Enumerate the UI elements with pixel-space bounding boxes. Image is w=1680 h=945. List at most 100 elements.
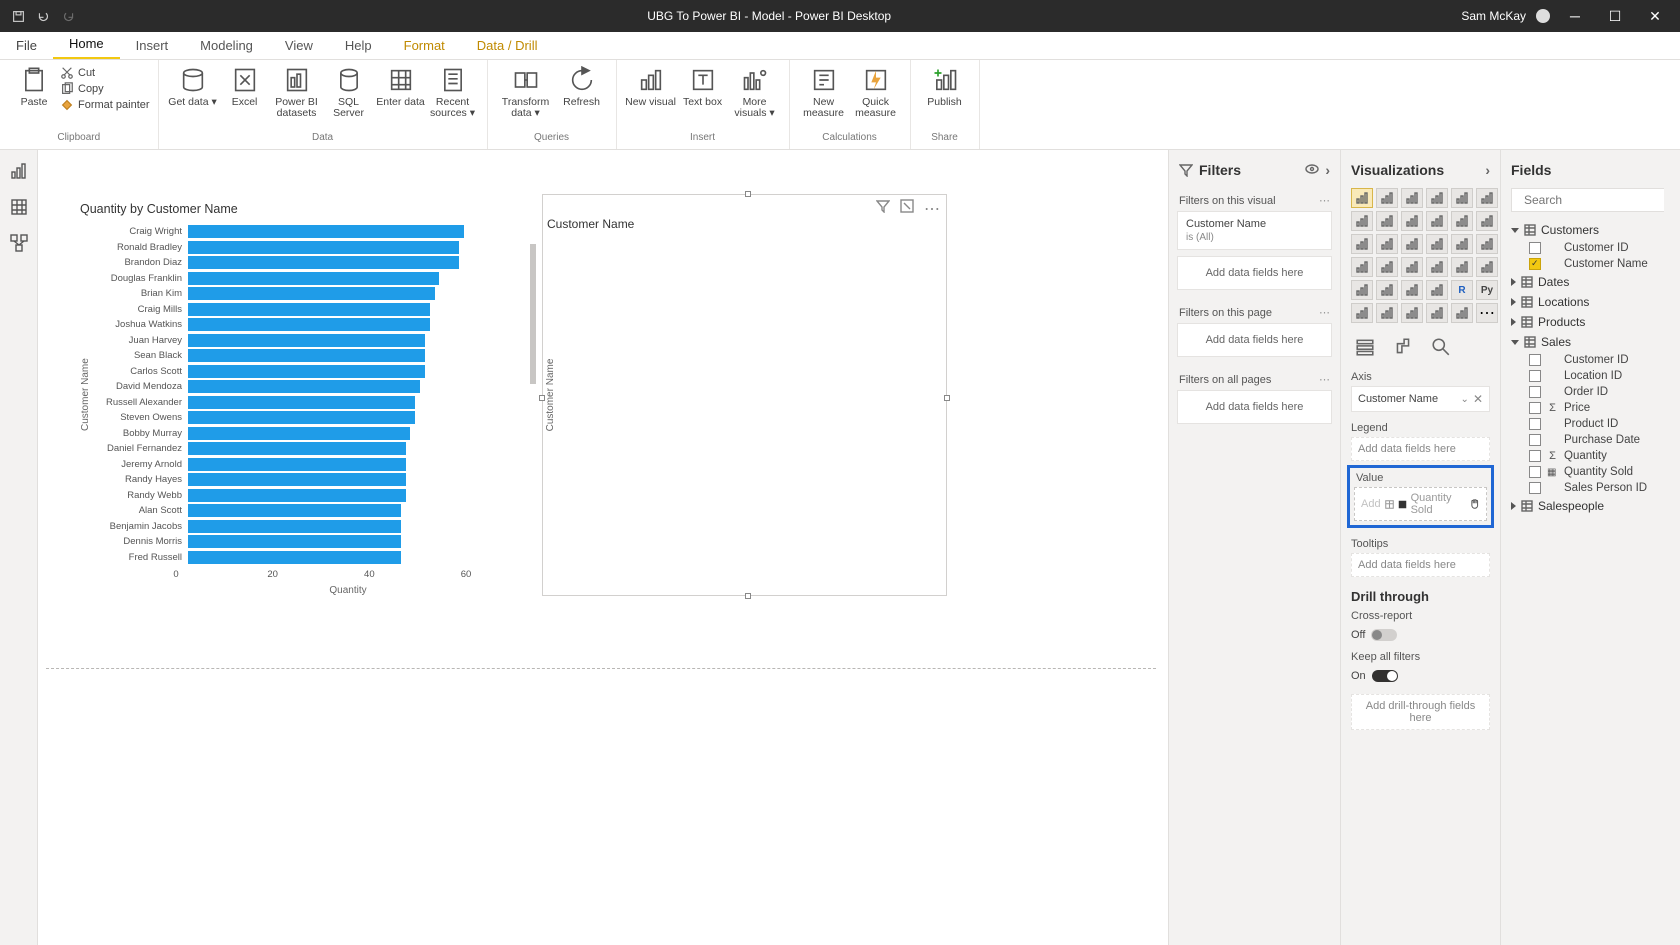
field-sales-person-id[interactable]: Sales Person ID [1501, 480, 1680, 496]
tab-help[interactable]: Help [329, 33, 388, 59]
field-customer-id[interactable]: Customer ID [1501, 240, 1680, 256]
viz-type-bar-stacked[interactable] [1351, 188, 1373, 208]
empty-visual[interactable]: ⋯ Customer Name Customer Name [542, 194, 947, 596]
new-visual-button[interactable]: New visual [625, 64, 677, 108]
table-locations[interactable]: Locations [1501, 292, 1680, 312]
bar-row[interactable]: Joshua Watkins [92, 317, 520, 333]
bar-row[interactable]: Brian Kim [92, 286, 520, 302]
viz-type-arcgis[interactable] [1451, 303, 1473, 323]
checkbox[interactable] [1529, 354, 1541, 366]
checkbox[interactable] [1529, 450, 1541, 462]
cross-report-toggle[interactable] [1371, 629, 1397, 641]
field-price[interactable]: ΣPrice [1501, 400, 1680, 416]
viz-type-bar-100[interactable] [1451, 188, 1473, 208]
field-customer-id[interactable]: Customer ID [1501, 352, 1680, 368]
copy-button[interactable]: Copy [60, 82, 150, 96]
checkbox[interactable] [1529, 258, 1541, 270]
resize-handle[interactable] [944, 395, 950, 401]
viz-type-slicer[interactable] [1376, 280, 1398, 300]
checkbox[interactable] [1529, 482, 1541, 494]
field-purchase-date[interactable]: Purchase Date [1501, 432, 1680, 448]
bar-row[interactable]: Steven Owens [92, 410, 520, 426]
value-field-well[interactable]: Add Quantity Sold [1354, 487, 1487, 521]
model-view-icon[interactable] [10, 234, 28, 252]
checkbox[interactable] [1529, 242, 1541, 254]
viz-type-funnel[interactable] [1376, 234, 1398, 254]
bar-row[interactable]: Dennis Morris [92, 534, 520, 550]
bar-row[interactable]: Daniel Fernandez [92, 441, 520, 457]
field-quantity[interactable]: ΣQuantity [1501, 448, 1680, 464]
bar-row[interactable]: Ronald Bradley [92, 240, 520, 256]
viz-type-matrix[interactable] [1426, 280, 1448, 300]
table-dates[interactable]: Dates [1501, 272, 1680, 292]
viz-type-treemap[interactable] [1476, 234, 1498, 254]
pbi-datasets-button[interactable]: Power BI datasets [271, 64, 323, 119]
checkbox[interactable] [1529, 402, 1541, 414]
cut-button[interactable]: Cut [60, 66, 150, 80]
format-tab-icon[interactable] [1393, 337, 1413, 357]
tab-home[interactable]: Home [53, 31, 120, 59]
filter-drop-page[interactable]: Add data fields here [1177, 323, 1332, 357]
viz-type-shape[interactable] [1401, 257, 1423, 277]
tab-modeling[interactable]: Modeling [184, 33, 269, 59]
drill-through-field-well[interactable]: Add drill-through fields here [1351, 694, 1490, 730]
get-data-button[interactable]: Get data ▾ [167, 64, 219, 108]
more-icon[interactable]: ⋯ [924, 199, 938, 213]
field-order-id[interactable]: Order ID [1501, 384, 1680, 400]
more-icon[interactable]: ⋯ [1319, 306, 1330, 319]
viz-type-table[interactable] [1401, 280, 1423, 300]
search-input[interactable] [1524, 193, 1679, 207]
field-customer-name[interactable]: Customer Name [1501, 256, 1680, 272]
viz-type-waterfall[interactable] [1351, 234, 1373, 254]
bar-row[interactable]: Craig Mills [92, 302, 520, 318]
viz-type-bar-h-100[interactable] [1476, 188, 1498, 208]
viz-type-r[interactable]: R [1451, 280, 1473, 300]
tab-view[interactable]: View [269, 33, 329, 59]
bar-row[interactable]: Juan Harvey [92, 333, 520, 349]
bar-row[interactable]: Brandon Diaz [92, 255, 520, 271]
viz-type-area[interactable] [1376, 211, 1398, 231]
enter-data-button[interactable]: Enter data [375, 64, 427, 108]
more-icon[interactable]: ⋯ [1319, 373, 1330, 386]
checkbox[interactable] [1529, 466, 1541, 478]
viz-type-bar-h-stacked[interactable] [1401, 188, 1423, 208]
chart-scrollbar[interactable] [530, 244, 536, 384]
viz-type-decomp[interactable] [1376, 303, 1398, 323]
bar-row[interactable]: Douglas Franklin [92, 271, 520, 287]
checkbox[interactable] [1529, 370, 1541, 382]
viz-type-map[interactable] [1351, 257, 1373, 277]
field-quantity-sold[interactable]: ▦Quantity Sold [1501, 464, 1680, 480]
quick-measure-button[interactable]: Quick measure [850, 64, 902, 119]
undo-icon[interactable] [37, 10, 50, 23]
fields-search[interactable] [1511, 188, 1670, 212]
bar-row[interactable]: Bobby Murray [92, 426, 520, 442]
viz-type-line-col2[interactable] [1451, 211, 1473, 231]
data-view-icon[interactable] [10, 198, 28, 216]
legend-field-well[interactable]: Add data fields here [1351, 437, 1490, 461]
viz-type-qa[interactable] [1401, 303, 1423, 323]
resize-handle[interactable] [745, 191, 751, 197]
bar-row[interactable]: David Mendoza [92, 379, 520, 395]
excel-button[interactable]: Excel [219, 64, 271, 108]
viz-type-multi-card[interactable] [1476, 257, 1498, 277]
bar-row[interactable]: Alan Scott [92, 503, 520, 519]
viz-type-bar-clustered[interactable] [1376, 188, 1398, 208]
avatar[interactable] [1536, 9, 1550, 23]
refresh-button[interactable]: Refresh [556, 64, 608, 108]
viz-type-donut[interactable] [1451, 234, 1473, 254]
redo-icon[interactable] [62, 10, 75, 23]
fields-tab-icon[interactable] [1355, 337, 1375, 357]
viz-type-filled-map[interactable] [1376, 257, 1398, 277]
new-measure-button[interactable]: New measure [798, 64, 850, 119]
text-box-button[interactable]: Text box [677, 64, 729, 108]
bar-row[interactable]: Benjamin Jacobs [92, 519, 520, 535]
viz-type-paginated[interactable] [1426, 303, 1448, 323]
save-icon[interactable] [12, 10, 25, 23]
checkbox[interactable] [1529, 434, 1541, 446]
tab-format[interactable]: Format [388, 33, 461, 59]
bar-row[interactable]: Craig Wright [92, 224, 520, 240]
transform-data-button[interactable]: Transform data ▾ [496, 64, 556, 119]
chevron-down-icon[interactable]: ⌄ [1461, 394, 1469, 405]
checkbox[interactable] [1529, 386, 1541, 398]
sql-server-button[interactable]: SQL Server [323, 64, 375, 119]
